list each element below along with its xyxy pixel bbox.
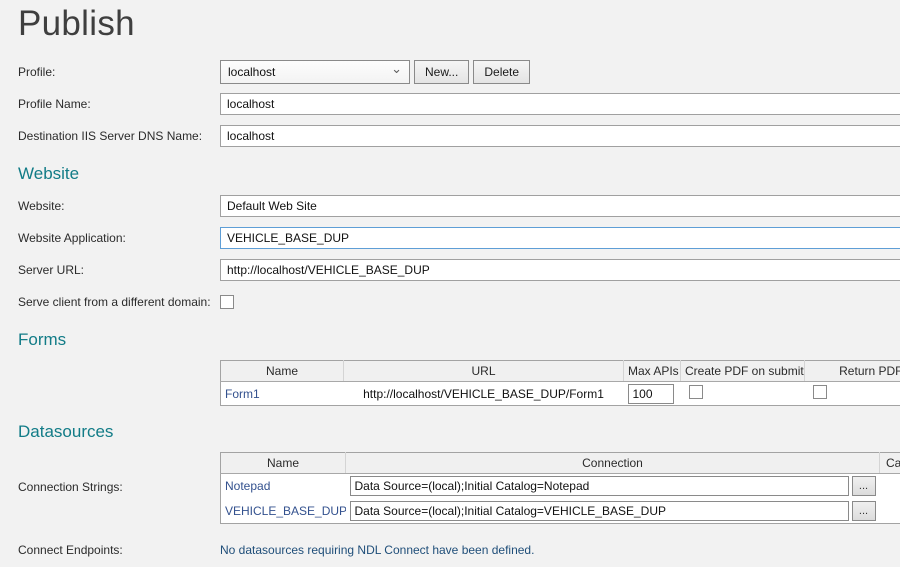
profile-name-row: Profile Name: (18, 92, 900, 116)
forms-table-header-row: Name URL Max APIs Create PDF on submit R… (221, 361, 900, 382)
forms-header-name[interactable]: Name (221, 361, 344, 382)
profile-name-label: Profile Name: (18, 97, 220, 111)
profile-dropdown[interactable]: localhost ⌄ (220, 60, 410, 84)
table-row: Notepad ... (221, 474, 900, 499)
server-url-input[interactable] (220, 259, 900, 281)
connect-endpoints-row: Connect Endpoints: No datasources requir… (18, 543, 900, 557)
profile-dropdown-value: localhost (228, 65, 275, 79)
serve-client-row: Serve client from a different domain: (18, 290, 900, 314)
forms-header-return-pdf-url[interactable]: Return PDF URL (805, 361, 900, 382)
page-title: Publish (18, 4, 900, 44)
forms-table-wrap: Name URL Max APIs Create PDF on submit R… (220, 360, 900, 406)
max-apis-input[interactable] (628, 384, 674, 404)
notepad-connection-input[interactable] (350, 476, 849, 496)
website-row: Website: (18, 194, 900, 218)
destination-dns-input[interactable] (220, 125, 900, 147)
notepad-datasource-link[interactable]: Notepad (225, 479, 270, 493)
serve-client-label: Serve client from a different domain: (18, 295, 220, 309)
profile-name-input[interactable] (220, 93, 900, 115)
serve-client-checkbox[interactable] (220, 295, 234, 309)
profile-label: Profile: (18, 65, 220, 79)
datasources-table: Name Connection Ca Notepad ... (220, 452, 900, 524)
website-application-row: Website Application: (18, 226, 900, 250)
server-url-row: Server URL: (18, 258, 900, 282)
form1-link[interactable]: Form1 (225, 387, 260, 401)
connection-strings-row: Connection Strings: Name Connection Ca N… (18, 452, 900, 524)
destination-dns-row: Destination IIS Server DNS Name: (18, 124, 900, 148)
website-application-label: Website Application: (18, 231, 220, 245)
vehicle-base-dup-datasource-link[interactable]: VEHICLE_BASE_DUP (225, 504, 346, 518)
create-pdf-checkbox[interactable] (689, 385, 703, 399)
connection-strings-label: Connection Strings: (18, 452, 220, 494)
vehicle-base-dup-connection-input[interactable] (350, 501, 849, 521)
vehicle-base-dup-browse-button[interactable]: ... (852, 501, 876, 521)
forms-header-max-apis[interactable]: Max APIs (624, 361, 681, 382)
connect-endpoints-message: No datasources requiring NDL Connect hav… (220, 543, 534, 557)
table-row: VEHICLE_BASE_DUP ... (221, 499, 900, 524)
website-application-input[interactable] (220, 227, 900, 249)
connect-endpoints-label: Connect Endpoints: (18, 543, 220, 557)
new-profile-button[interactable]: New... (414, 60, 469, 84)
form1-url: http://localhost/VEHICLE_BASE_DUP/Form1 (344, 382, 624, 406)
delete-profile-button[interactable]: Delete (473, 60, 530, 84)
server-url-label: Server URL: (18, 263, 220, 277)
destination-dns-label: Destination IIS Server DNS Name: (18, 129, 220, 143)
datasources-header-name[interactable]: Name (221, 453, 346, 474)
datasources-header-connection[interactable]: Connection (346, 453, 880, 474)
forms-header-create-pdf[interactable]: Create PDF on submit (681, 361, 805, 382)
chevron-down-icon: ⌄ (391, 64, 402, 74)
table-row: Form1 http://localhost/VEHICLE_BASE_DUP/… (221, 382, 900, 406)
forms-table: Name URL Max APIs Create PDF on submit R… (220, 360, 900, 406)
datasources-section-heading: Datasources (18, 422, 900, 442)
forms-header-url[interactable]: URL (344, 361, 624, 382)
datasources-header-catalog[interactable]: Ca (880, 453, 900, 474)
profile-controls: localhost ⌄ New... Delete (220, 60, 900, 84)
publish-page: Publish Profile: localhost ⌄ New... Dele… (0, 4, 900, 557)
website-label: Website: (18, 199, 220, 213)
return-pdf-url-checkbox[interactable] (813, 385, 827, 399)
notepad-browse-button[interactable]: ... (852, 476, 876, 496)
forms-section-heading: Forms (18, 330, 900, 350)
profile-row: Profile: localhost ⌄ New... Delete (18, 60, 900, 84)
datasources-table-header-row: Name Connection Ca (221, 453, 900, 474)
website-section-heading: Website (18, 164, 900, 184)
website-input[interactable] (220, 195, 900, 217)
